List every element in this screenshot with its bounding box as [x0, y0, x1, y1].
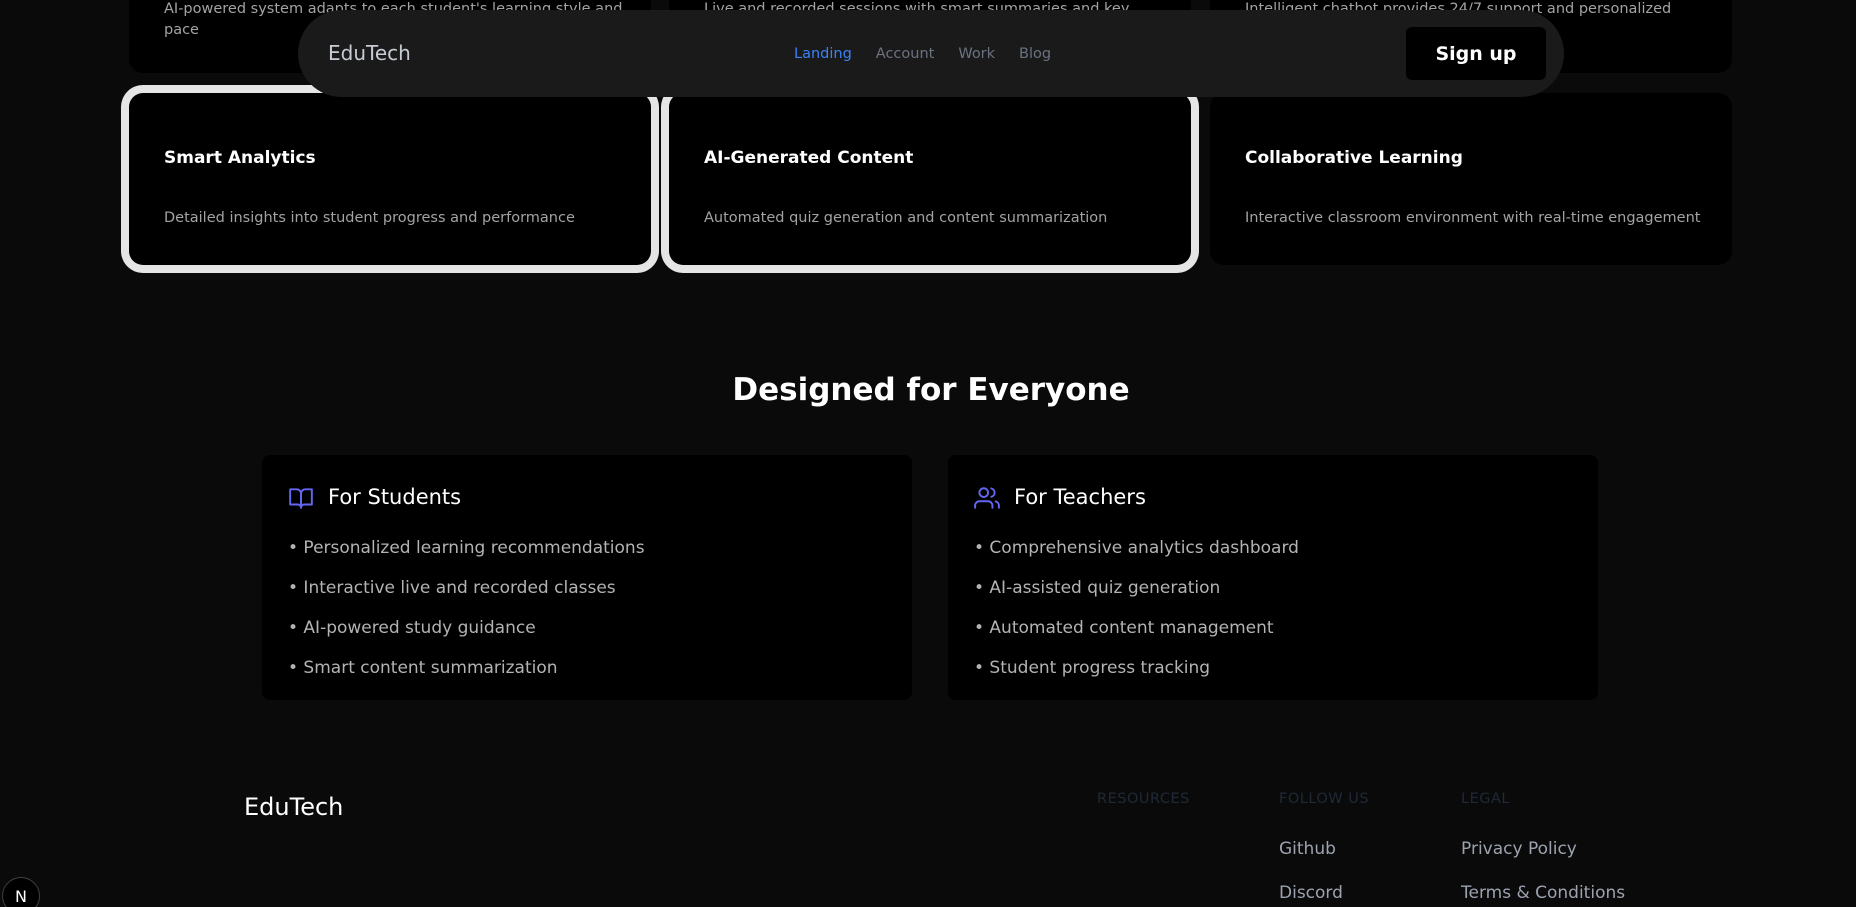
- footer-link-privacy[interactable]: Privacy Policy: [1461, 839, 1577, 859]
- footer-link-github[interactable]: Github: [1279, 839, 1336, 859]
- page: AI-powered system adapts to each student…: [0, 0, 1856, 907]
- footer-link-discord[interactable]: Discord: [1279, 883, 1343, 903]
- card-description: Interactive classroom environment with r…: [1245, 210, 1701, 226]
- footer-link-terms[interactable]: Terms & Conditions: [1461, 883, 1625, 903]
- teachers-card: For Teachers • Comprehensive analytics d…: [948, 455, 1598, 700]
- card-title: Smart Analytics: [164, 148, 316, 168]
- list-item: • Automated content management: [974, 618, 1274, 638]
- nav-link-blog[interactable]: Blog: [1019, 46, 1051, 62]
- teachers-list: • Comprehensive analytics dashboard • AI…: [974, 533, 1299, 693]
- list-item: • AI-assisted quiz generation: [974, 578, 1221, 598]
- users-icon: [974, 487, 1000, 509]
- book-open-icon: [289, 488, 313, 509]
- list-item: • Interactive live and recorded classes: [288, 578, 616, 598]
- card-title: Collaborative Learning: [1245, 148, 1463, 168]
- footer-heading-resources: RESOURCES: [1097, 791, 1190, 807]
- list-item: • AI-powered study guidance: [288, 618, 536, 638]
- n-badge-icon[interactable]: N: [2, 877, 40, 907]
- students-title: For Students: [328, 485, 462, 509]
- list-item: • Personalized learning recommendations: [288, 538, 645, 558]
- card-description: Automated quiz generation and content su…: [704, 210, 1108, 226]
- nav-link-account[interactable]: Account: [876, 46, 935, 62]
- feature-card-ai-content[interactable]: AI-Generated Content Automated quiz gene…: [669, 93, 1191, 265]
- navbar: EduTech Landing Account Work Blog Sign u…: [298, 10, 1564, 97]
- navbar-brand[interactable]: EduTech: [328, 41, 411, 65]
- feature-card-collaborative[interactable]: Collaborative Learning Interactive class…: [1210, 93, 1732, 265]
- card-title: AI-Generated Content: [704, 148, 914, 168]
- card-description: Detailed insights into student progress …: [164, 210, 575, 226]
- footer-heading-legal: LEGAL: [1461, 791, 1510, 807]
- nav-links: Landing Account Work Blog: [794, 46, 1075, 62]
- footer-brand: EduTech: [244, 793, 344, 821]
- students-list: • Personalized learning recommendations …: [288, 533, 645, 693]
- section-title: Designed for Everyone: [732, 372, 1130, 408]
- students-card: For Students • Personalized learning rec…: [262, 455, 912, 700]
- footer-heading-follow: FOLLOW US: [1279, 791, 1370, 807]
- nav-link-work[interactable]: Work: [958, 46, 995, 62]
- sign-up-button[interactable]: Sign up: [1406, 27, 1546, 80]
- teachers-title: For Teachers: [1014, 485, 1146, 509]
- list-item: • Comprehensive analytics dashboard: [974, 538, 1299, 558]
- list-item: • Smart content summarization: [288, 658, 558, 678]
- nav-link-landing[interactable]: Landing: [794, 46, 852, 62]
- feature-card-smart-analytics[interactable]: Smart Analytics Detailed insights into s…: [129, 93, 651, 265]
- list-item: • Student progress tracking: [974, 658, 1211, 678]
